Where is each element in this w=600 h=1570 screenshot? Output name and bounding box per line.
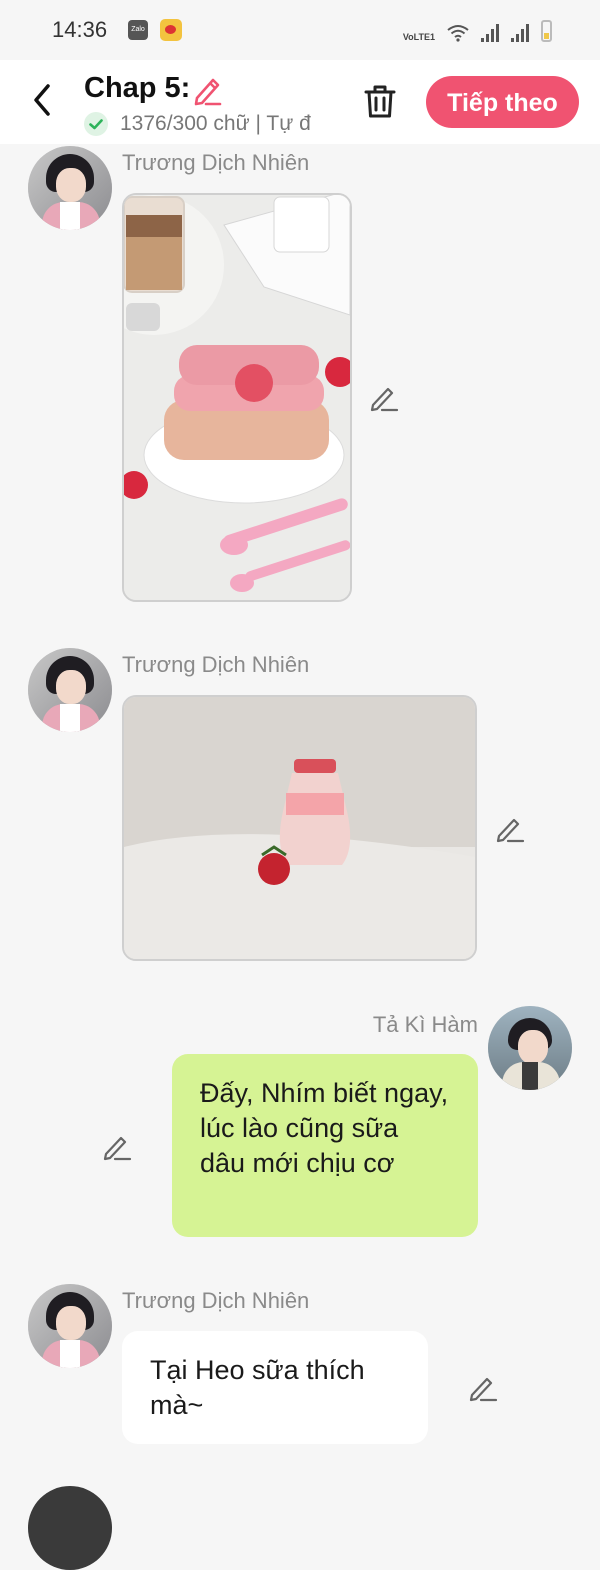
trash-icon[interactable] (362, 82, 398, 120)
status-bar: 14:36 Zalo VoLTE1 (0, 0, 600, 60)
battery-icon (541, 20, 552, 42)
avatar[interactable] (28, 648, 112, 732)
edit-pencil-icon[interactable] (495, 813, 525, 843)
sender-name: Trương Dịch Nhiên (122, 652, 310, 677)
signal-2-icon (511, 24, 529, 42)
their-message-bubble[interactable]: Tại Heo sữa thích mà~ (122, 1331, 428, 1444)
chapter-header: Chap 5: 1376/300 chữ | Tự đ Tiếp theo (0, 60, 600, 144)
strawberry-dessert-photo (124, 195, 350, 600)
edit-pencil-icon[interactable] (102, 1131, 132, 1161)
zalo-notification-icon: Zalo (128, 20, 148, 40)
sender-name: Trương Dịch Nhiên (122, 150, 310, 175)
edit-pencil-icon[interactable] (369, 382, 399, 412)
avatar[interactable] (488, 1006, 572, 1090)
wifi-icon (447, 24, 469, 42)
volte-icon: VoLTE1 (402, 32, 435, 42)
status-time: 14:36 (52, 17, 108, 42)
status-indicators: VoLTE1 (403, 18, 552, 42)
avatar[interactable] (28, 146, 112, 230)
back-arrow-icon[interactable] (28, 82, 58, 118)
strawberry-milk-bottle-photo (124, 697, 475, 959)
my-message-bubble[interactable]: Đấy, Nhím biết ngay, lúc lào cũng sữa dâ… (172, 1054, 478, 1237)
message-image[interactable] (122, 695, 477, 961)
signal-1-icon (481, 24, 499, 42)
check-icon (84, 112, 108, 136)
message-image[interactable] (122, 193, 352, 602)
edit-pencil-icon[interactable] (468, 1372, 498, 1402)
sender-name: Tả Kì Hàm (372, 1012, 478, 1037)
weibo-notification-icon (160, 19, 182, 41)
sender-name: Trương Dịch Nhiên (122, 1288, 310, 1313)
avatar[interactable] (28, 1284, 112, 1368)
word-count-status: 1376/300 chữ | Tự đ (120, 112, 311, 135)
chapter-title: Chap 5: (84, 72, 191, 104)
next-button[interactable]: Tiếp theo (426, 76, 579, 128)
avatar[interactable] (28, 1486, 112, 1570)
edit-title-pencil-icon[interactable] (192, 74, 222, 106)
